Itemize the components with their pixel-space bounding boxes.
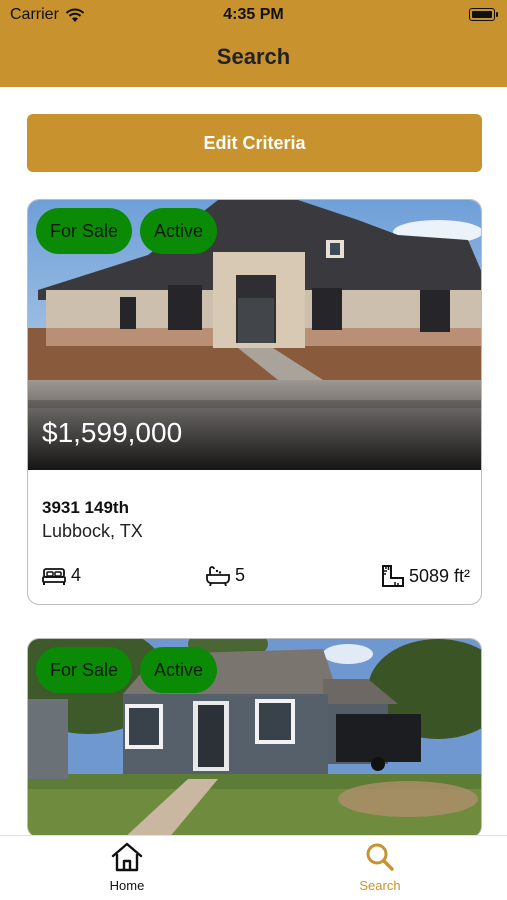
edit-criteria-button[interactable]: Edit Criteria: [27, 114, 482, 172]
magnifier-icon: [366, 843, 394, 871]
status-bar: Carrier 4:35 PM: [0, 0, 507, 30]
page-title: Search: [216, 44, 291, 69]
sqft-stat: 5089 ft²: [381, 565, 470, 587]
listing-price: $1,599,000: [42, 417, 183, 448]
for-sale-badge: For Sale: [36, 647, 133, 693]
listing-card[interactable]: For Sale Active $1,599,000 3931 149th Lu…: [27, 199, 482, 605]
listing-street: 3931 149th: [42, 498, 129, 517]
tab-home-label: Home: [109, 878, 145, 893]
listing-city: Lubbock, TX: [42, 521, 143, 541]
baths-count: 5: [235, 565, 246, 585]
status-badges: For Sale Active: [36, 208, 218, 254]
status-badges: For Sale Active: [36, 647, 218, 693]
beds-count: 4: [71, 565, 82, 585]
listing-card[interactable]: For Sale Active: [27, 638, 482, 838]
clock: 4:35 PM: [223, 6, 284, 23]
tab-search[interactable]: Search: [335, 842, 425, 893]
tab-search-label: Search: [359, 878, 401, 893]
house-icon: [111, 842, 143, 872]
battery-icon: [469, 8, 498, 21]
tab-home[interactable]: Home: [82, 842, 172, 893]
for-sale-badge: For Sale: [36, 208, 133, 254]
bed-icon: [42, 567, 66, 585]
listing-details: 3931 149th Lubbock, TX 4 5 5089 ft²: [28, 470, 481, 604]
ruler-square-icon: [381, 565, 404, 587]
active-badge: Active: [140, 647, 218, 693]
tab-bar: Home Search: [0, 835, 507, 900]
beds-stat: 4: [42, 565, 81, 586]
sqft-value: 5089 ft²: [408, 565, 470, 586]
baths-stat: 5: [206, 565, 245, 586]
active-badge: Active: [140, 208, 218, 254]
listing-stats: 4 5 5089 ft²: [42, 565, 470, 589]
header-bar: Carrier 4:35 PM Search: [0, 0, 507, 87]
bathtub-icon: [206, 565, 230, 586]
